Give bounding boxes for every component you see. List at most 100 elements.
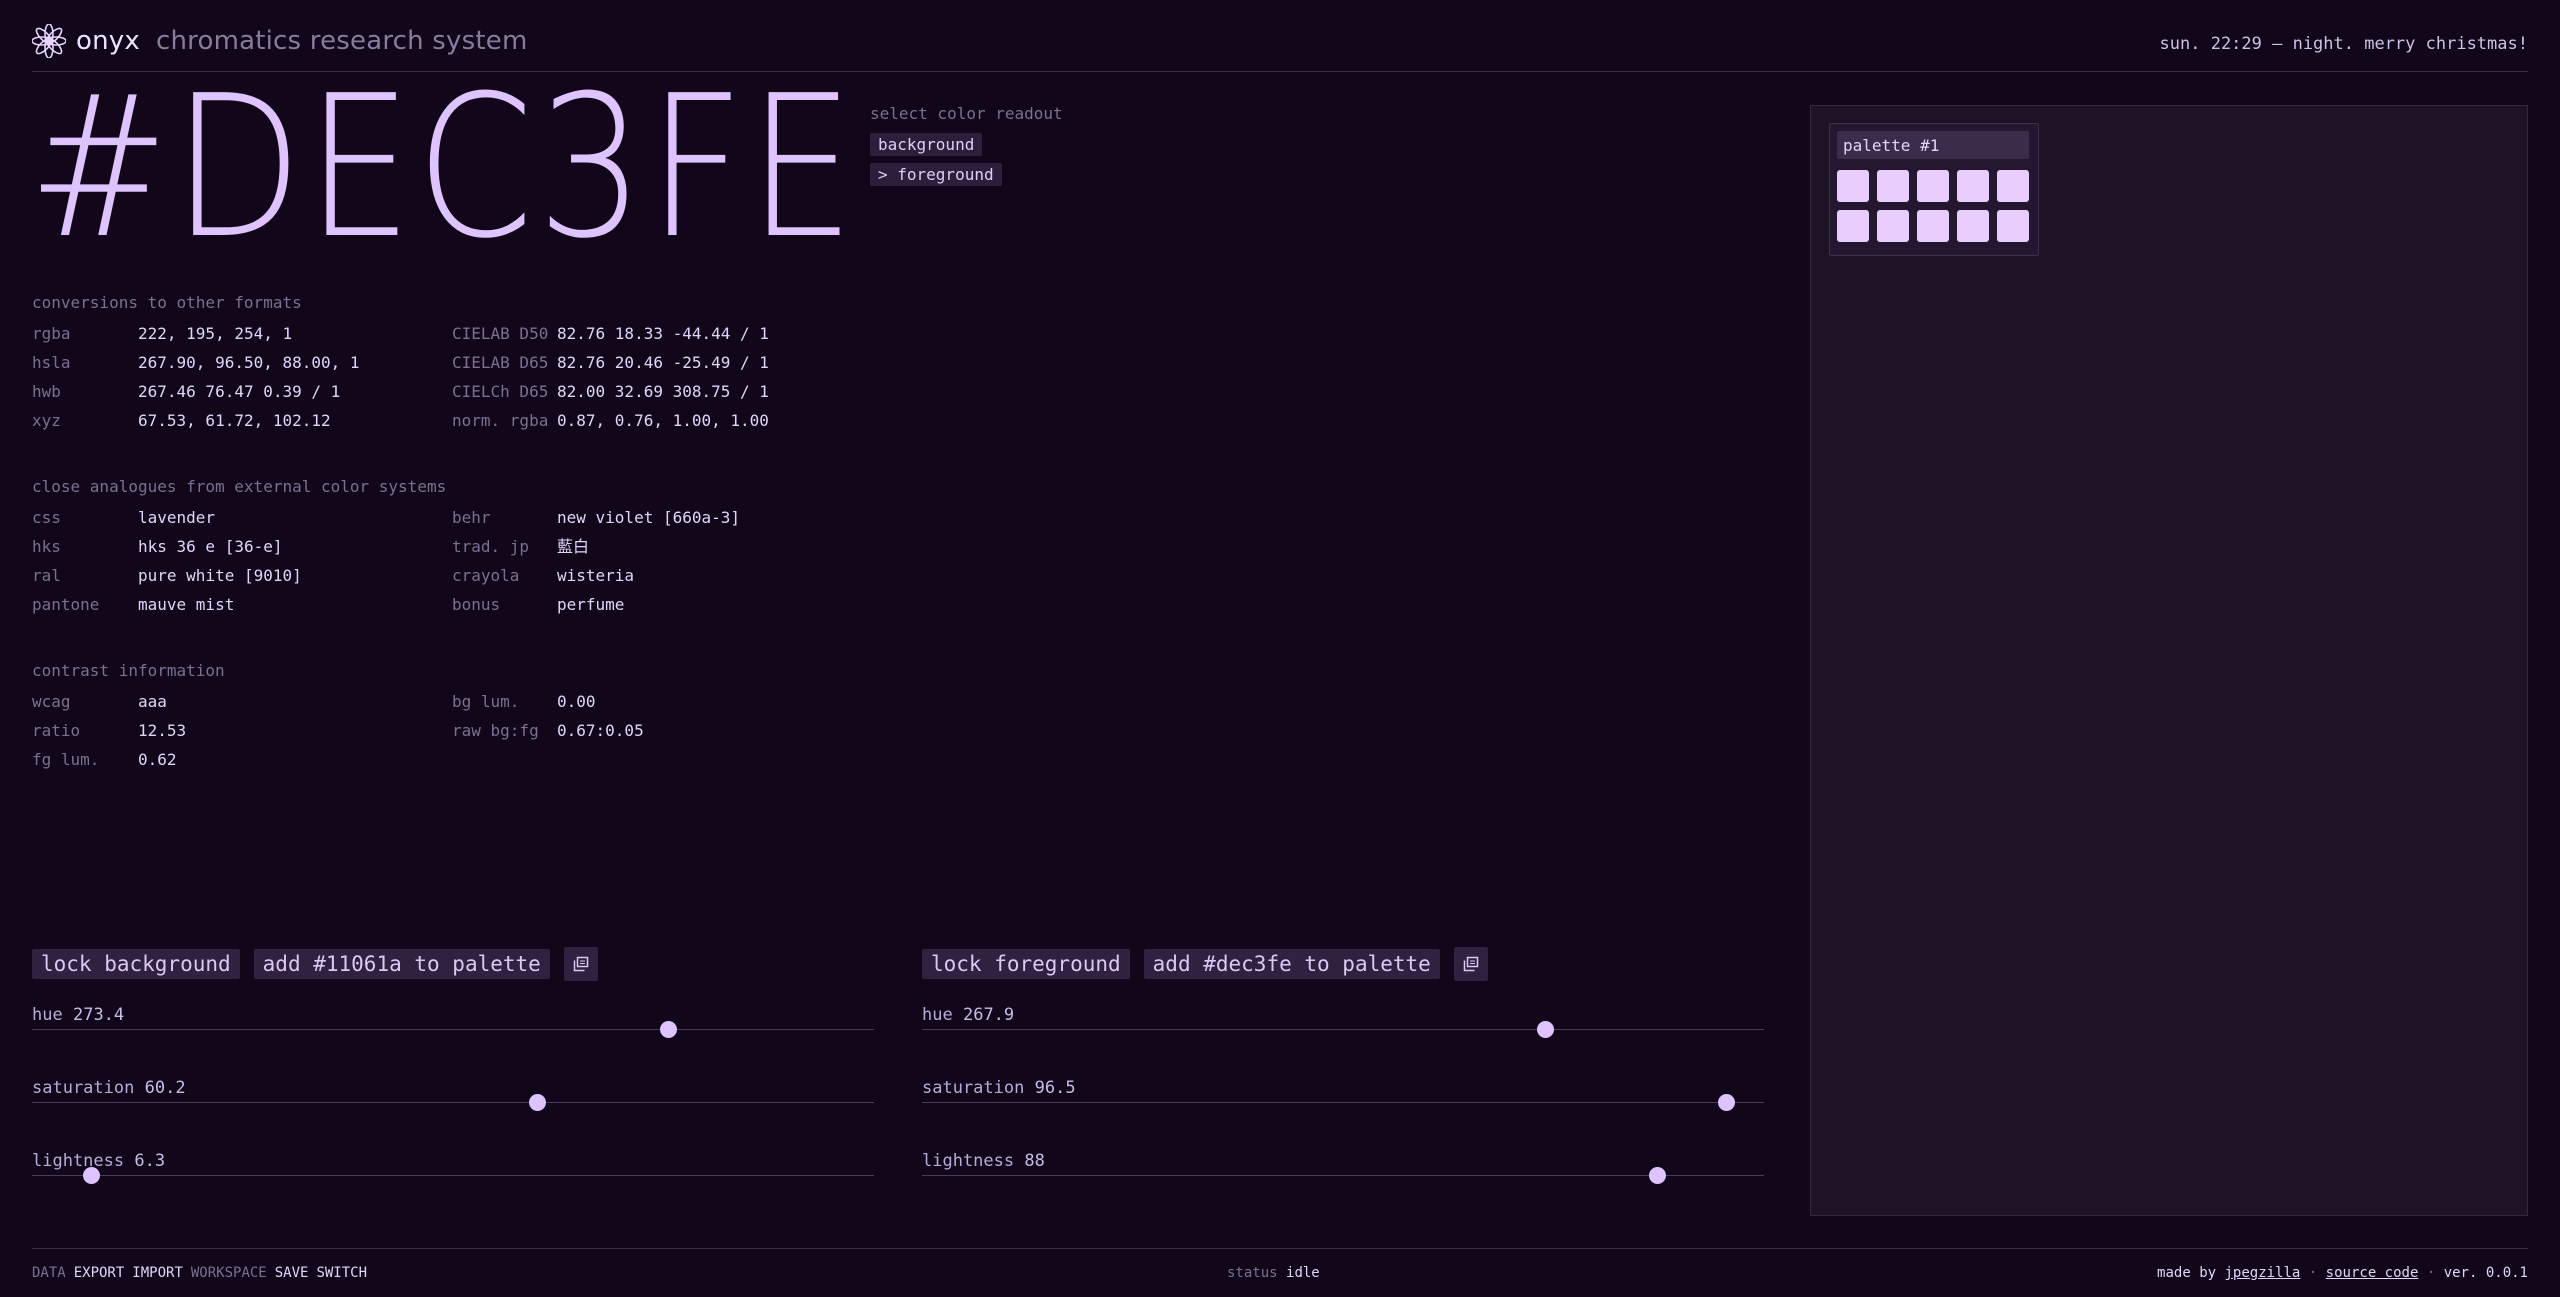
copy-background-button[interactable] [563, 947, 598, 981]
palette-swatch[interactable] [1957, 210, 1989, 242]
author-link[interactable]: jpegzilla [2225, 1265, 2301, 1281]
slider-thumb[interactable] [529, 1094, 547, 1111]
palette-swatch[interactable] [1877, 210, 1909, 242]
slider-track[interactable] [922, 1021, 1764, 1038]
palette-panel [1810, 105, 2528, 1216]
conversion-value: 222, 195, 254, 1 [138, 324, 293, 343]
background-saturation-slider[interactable]: saturation 60.2 [32, 1078, 874, 1151]
slider-track[interactable] [922, 1167, 1764, 1184]
footer-credits: made by jpegzilla · source code · ver. 0… [2157, 1265, 2528, 1281]
analogue-row: trad. jp 藍白 [452, 537, 852, 556]
readout-selector: select color readout background > foregr… [870, 104, 1063, 193]
flower-logo-icon [32, 24, 66, 58]
slider-value: 267.9 [962, 1005, 1015, 1025]
slider-track[interactable] [32, 1167, 874, 1184]
slider-value: 6.3 [134, 1151, 166, 1171]
palette-card [1829, 123, 2039, 256]
palette-swatch[interactable] [1997, 210, 2029, 242]
analogue-key: css [32, 508, 61, 527]
conversion-row: CIELCh D65 82.00 32.69 308.75 / 1 [452, 382, 852, 401]
palette-swatch[interactable] [1837, 170, 1869, 202]
slider-name: lightness [922, 1151, 1015, 1171]
conversion-row: hwb 267.46 76.47 0.39 / 1 [32, 382, 452, 401]
palette-name-input[interactable] [1837, 131, 2029, 159]
conversion-key: rgba [32, 324, 71, 343]
analogue-row: hks hks 36 e [36-e] [32, 537, 452, 556]
slider-thumb[interactable] [82, 1167, 100, 1184]
source-code-link[interactable]: source code [2326, 1265, 2419, 1281]
slider-track[interactable] [922, 1094, 1764, 1111]
contrast-key: raw bg:fg [452, 721, 539, 740]
analogue-value: new violet [660a-3] [557, 508, 741, 527]
slider-thumb[interactable] [1537, 1021, 1555, 1038]
analogue-row: crayola wisteria [452, 566, 852, 585]
slider-thumb[interactable] [1718, 1094, 1736, 1111]
slider-value: 96.5 [1034, 1078, 1076, 1098]
analogue-key: trad. jp [452, 537, 530, 556]
conversion-row: xyz 67.53, 61.72, 102.12 [32, 411, 452, 430]
save-link[interactable]: SAVE [275, 1265, 309, 1281]
contrast-value: 0.00 [557, 692, 596, 711]
palette-swatch[interactable] [1837, 210, 1869, 242]
slider-track[interactable] [32, 1094, 874, 1111]
palette-swatches [1837, 170, 2029, 242]
section-title: contrast information [32, 661, 225, 680]
slider-name: hue [922, 1005, 953, 1025]
slider-label: lightness 6.3 [32, 1151, 165, 1171]
palette-swatch[interactable] [1997, 170, 2029, 202]
conversion-key: hwb [32, 382, 61, 401]
brand-subtitle: chromatics research system [155, 26, 528, 56]
lock-background-button[interactable]: lock background [32, 949, 240, 979]
conversion-key: hsla [32, 353, 71, 372]
contrast-key: wcag [32, 692, 71, 711]
foreground-lightness-slider[interactable]: lightness 88 [922, 1151, 1764, 1224]
status-value: idle [1286, 1265, 1320, 1281]
slider-thumb[interactable] [659, 1021, 677, 1038]
palette-swatch[interactable] [1957, 170, 1989, 202]
conversion-value: 82.00 32.69 308.75 / 1 [557, 382, 769, 401]
contrast-section: contrast information wcag aaa bg lum. 0.00… [32, 661, 852, 769]
lock-foreground-button[interactable]: lock foreground [922, 949, 1130, 979]
conversion-value: 67.53, 61.72, 102.12 [138, 411, 331, 430]
readout-option-foreground[interactable]: > foreground [870, 163, 1002, 186]
palette-swatch[interactable] [1877, 170, 1909, 202]
palette-swatch[interactable] [1917, 210, 1949, 242]
foreground-saturation-slider[interactable]: saturation 96.5 [922, 1078, 1764, 1151]
conversion-value: 82.76 18.33 -44.44 / 1 [557, 324, 769, 343]
slider-track[interactable] [32, 1021, 874, 1038]
analogue-value: pure white [9010] [138, 566, 302, 585]
copy-foreground-button[interactable] [1453, 947, 1488, 981]
conversion-row: CIELAB D50 82.76 18.33 -44.44 / 1 [452, 324, 852, 343]
add-foreground-to-palette-button[interactable]: add #dec3fe to palette [1143, 949, 1440, 979]
status-label: status [1227, 1265, 1278, 1281]
conversion-key: CIELAB D65 [452, 353, 549, 372]
slider-name: hue [32, 1005, 63, 1025]
analogue-key: hks [32, 537, 61, 556]
conversion-value: 82.76 20.46 -25.49 / 1 [557, 353, 769, 372]
slider-name: lightness [32, 1151, 125, 1171]
background-hue-slider[interactable]: hue 273.4 [32, 1005, 874, 1078]
add-background-to-palette-button[interactable]: add #11061a to palette [253, 949, 550, 979]
section-title: conversions to other formats [32, 293, 302, 312]
switch-link[interactable]: SWITCH [316, 1265, 367, 1281]
contrast-row: ratio 12.53 [32, 721, 452, 740]
analogue-key: ral [32, 566, 61, 585]
foreground-hue-slider[interactable]: hue 267.9 [922, 1005, 1764, 1078]
analogue-value: hks 36 e [36-e] [138, 537, 283, 556]
analogues-section: close analogues from external color syst… [32, 477, 852, 614]
analogue-row: ral pure white [9010] [32, 566, 452, 585]
slider-thumb[interactable] [1649, 1167, 1667, 1184]
conversion-row: CIELAB D65 82.76 20.46 -25.49 / 1 [452, 353, 852, 372]
conversion-row: norm. rgba 0.87, 0.76, 1.00, 1.00 [452, 411, 852, 430]
separator: · [2308, 1265, 2318, 1281]
copy-icon [573, 956, 589, 972]
palette-swatch[interactable] [1917, 170, 1949, 202]
import-link[interactable]: IMPORT [132, 1265, 183, 1281]
conversion-key: CIELCh D65 [452, 382, 549, 401]
analogue-row: behr new violet [660a-3] [452, 508, 852, 527]
analogue-row: pantone mauve mist [32, 595, 452, 614]
background-lightness-slider[interactable]: lightness 6.3 [32, 1151, 874, 1224]
slider-label: hue 273.4 [32, 1005, 124, 1025]
export-link[interactable]: EXPORT [74, 1265, 125, 1281]
readout-option-background[interactable]: background [870, 133, 983, 156]
